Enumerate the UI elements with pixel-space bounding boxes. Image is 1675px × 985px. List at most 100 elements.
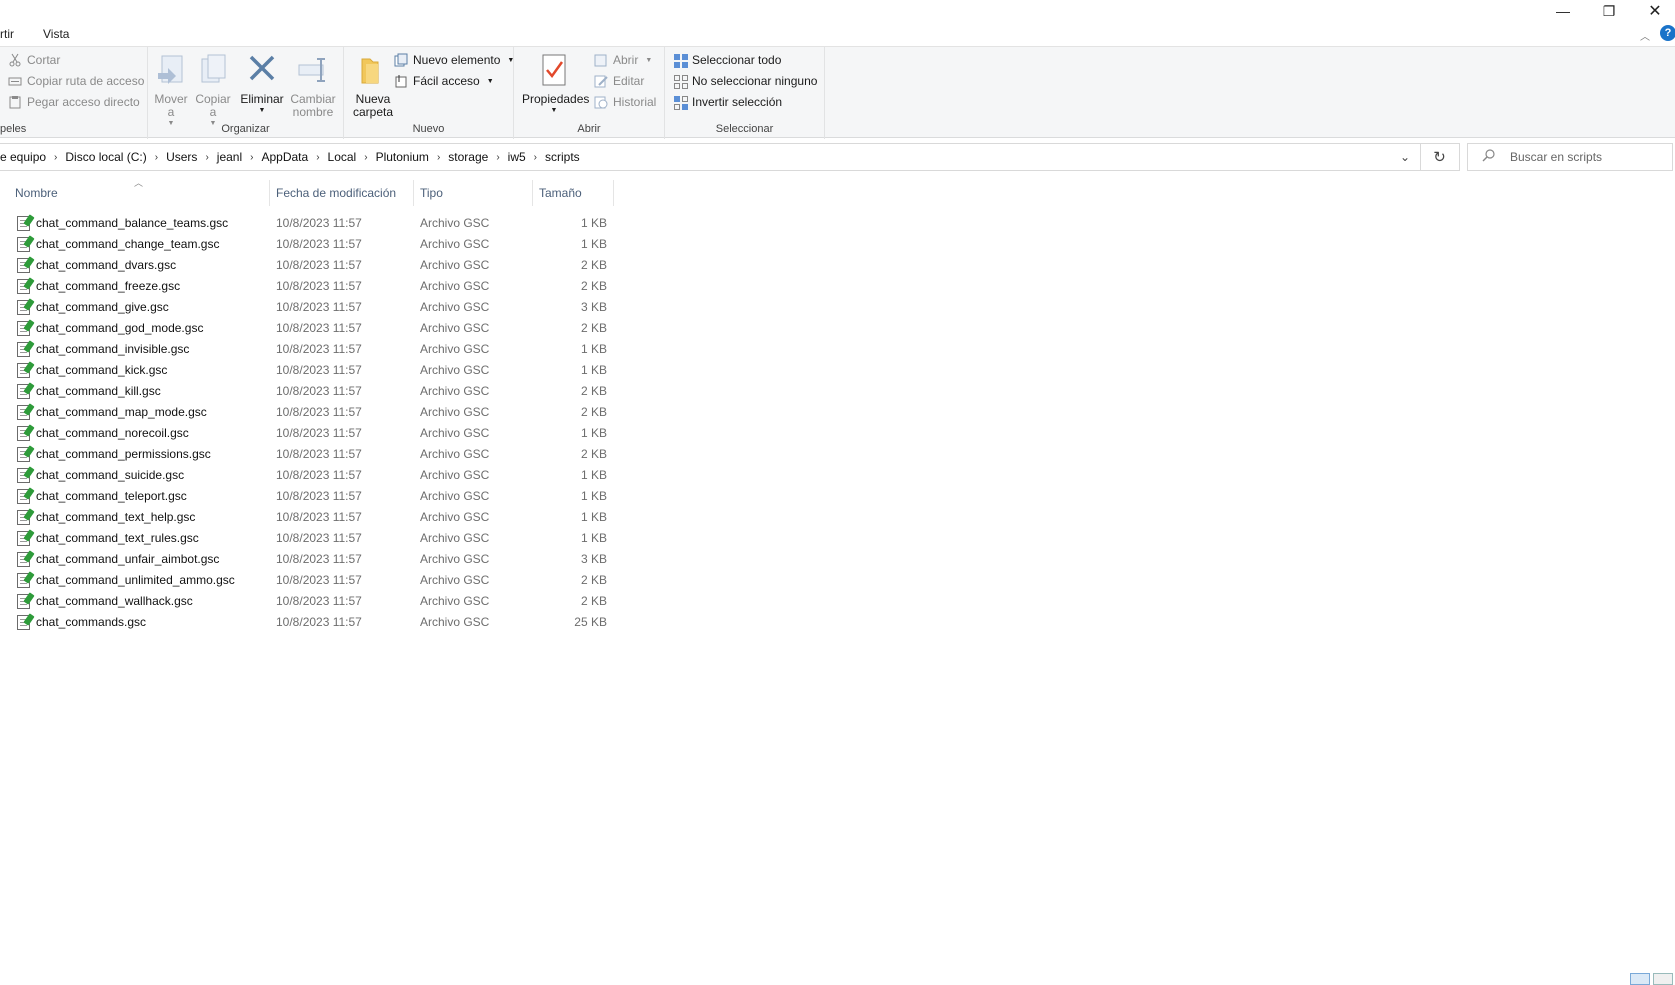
file-row[interactable]: chat_command_dvars.gsc 10/8/2023 11:57 Arc… — [0, 255, 616, 276]
file-row[interactable]: chat_command_permissions.gsc 10/8/2023 11… — [0, 444, 616, 465]
file-size: 1 KB — [580, 510, 607, 524]
breadcrumb-item[interactable]: storage — [442, 150, 494, 164]
delete-button[interactable]: Eliminar ▼ — [240, 53, 284, 115]
breadcrumb-separator-icon[interactable]: › — [153, 152, 160, 163]
file-row[interactable]: chat_command_teleport.gsc 10/8/2023 11:57… — [0, 486, 616, 507]
file-row[interactable]: chat_command_kick.gsc 10/8/2023 11:57 Arch… — [0, 360, 616, 381]
folder-icon — [356, 53, 390, 87]
breadcrumb-separator-icon[interactable]: › — [52, 152, 59, 163]
minimize-button[interactable]: — — [1540, 0, 1586, 22]
column-divider[interactable] — [613, 180, 614, 206]
paste-shortcut-button[interactable]: Pegar acceso directo — [8, 95, 140, 109]
maximize-button[interactable]: ❐ — [1586, 0, 1632, 22]
breadcrumb-item[interactable]: AppData — [255, 150, 314, 164]
column-divider[interactable] — [532, 180, 533, 206]
refresh-button[interactable]: ↻ — [1420, 144, 1458, 170]
file-row[interactable]: chat_commands.gsc 10/8/2023 11:57 Archivo … — [0, 612, 616, 633]
file-row[interactable]: chat_command_invisible.gsc 10/8/2023 11:5… — [0, 339, 616, 360]
column-header-type[interactable]: Tipo — [420, 186, 443, 200]
file-row[interactable]: chat_command_norecoil.gsc 10/8/2023 11:57… — [0, 423, 616, 444]
file-row[interactable]: chat_command_map_mode.gsc 10/8/2023 11:57… — [0, 402, 616, 423]
rename-label-1: Cambiar — [290, 92, 336, 106]
rename-button[interactable]: Cambiar nombre — [288, 53, 338, 119]
easy-access-button[interactable]: Fácil acceso ▼ — [394, 74, 494, 88]
details-view-button[interactable] — [1630, 973, 1650, 985]
breadcrumb-item[interactable]: Users — [160, 150, 203, 164]
properties-label: Propiedades — [522, 92, 590, 106]
search-input[interactable] — [1504, 150, 1664, 164]
new-item-icon — [394, 53, 408, 67]
file-row[interactable]: chat_command_change_team.gsc 10/8/2023 11… — [0, 234, 616, 255]
tab-view[interactable]: Vista — [43, 27, 69, 41]
file-name: chat_command_god_mode.gsc — [36, 321, 204, 335]
file-row[interactable]: chat_command_god_mode.gsc 10/8/2023 11:57… — [0, 318, 616, 339]
breadcrumb-separator-icon[interactable]: › — [362, 152, 369, 163]
invert-selection-button[interactable]: Invertir selección — [673, 95, 783, 110]
file-row[interactable]: chat_command_wallhack.gsc 10/8/2023 11:57… — [0, 591, 616, 612]
select-none-button[interactable]: No seleccionar ninguno — [673, 74, 818, 89]
address-history-dropdown[interactable]: ⌄ — [1395, 147, 1415, 167]
breadcrumb-item[interactable]: iw5 — [502, 150, 532, 164]
breadcrumb-item[interactable]: scripts — [539, 150, 586, 164]
properties-button[interactable]: Propiedades ▼ — [522, 53, 590, 115]
history-label: Historial — [613, 95, 657, 109]
file-row[interactable]: chat_command_freeze.gsc 10/8/2023 11:57 Ar… — [0, 276, 616, 297]
file-date: 10/8/2023 11:57 — [276, 384, 362, 398]
file-type: Archivo GSC — [420, 237, 490, 251]
file-row[interactable]: chat_command_balance_teams.gsc 10/8/2023 … — [0, 213, 616, 234]
file-row[interactable]: chat_command_give.gsc 10/8/2023 11:57 Arch… — [0, 297, 616, 318]
tab-share[interactable]: rtir — [0, 27, 14, 41]
file-date: 10/8/2023 11:57 — [276, 321, 362, 335]
file-rows: chat_command_balance_teams.gsc 10/8/2023 … — [0, 213, 616, 633]
gsc-file-icon — [17, 615, 30, 630]
move-to-button[interactable]: Mover a ▼ — [152, 53, 190, 128]
new-item-button[interactable]: Nuevo elemento ▼ — [394, 53, 514, 67]
close-button[interactable]: ✕ — [1632, 0, 1675, 22]
breadcrumb-item[interactable]: Local — [322, 150, 363, 164]
select-none-label: No seleccionar ninguno — [692, 74, 818, 88]
ribbon-collapse-icon[interactable]: ︿ — [1640, 28, 1650, 43]
breadcrumb-item[interactable]: Plutonium — [370, 150, 435, 164]
file-row[interactable]: chat_command_unfair_aimbot.gsc 10/8/2023 … — [0, 549, 616, 570]
file-row[interactable]: chat_command_text_help.gsc 10/8/2023 11:5… — [0, 507, 616, 528]
file-row[interactable]: chat_command_text_rules.gsc 10/8/2023 11:… — [0, 528, 616, 549]
open-button[interactable]: Abrir ▼ — [594, 53, 652, 67]
gsc-file-icon — [17, 216, 30, 231]
breadcrumb-separator-icon[interactable]: › — [248, 152, 255, 163]
file-type: Archivo GSC — [420, 300, 490, 314]
column-header-name[interactable]: Nombre — [15, 186, 58, 200]
file-type: Archivo GSC — [420, 615, 490, 629]
breadcrumb-separator-icon[interactable]: › — [203, 152, 210, 163]
breadcrumb-item[interactable]: jeanl — [211, 150, 248, 164]
file-row[interactable]: chat_command_unlimited_ammo.gsc 10/8/2023… — [0, 570, 616, 591]
edit-button[interactable]: Editar — [594, 74, 644, 88]
file-row[interactable]: chat_command_suicide.gsc 10/8/2023 11:57 A… — [0, 465, 616, 486]
breadcrumb-separator-icon[interactable]: › — [494, 152, 501, 163]
copy-path-button[interactable]: Copiar ruta de acceso — [8, 74, 144, 88]
search-box[interactable] — [1467, 143, 1673, 171]
column-divider[interactable] — [269, 180, 270, 206]
history-button[interactable]: Historial — [594, 95, 656, 109]
breadcrumb-item[interactable]: e equipo — [0, 150, 52, 164]
rename-label-2: nombre — [292, 105, 334, 119]
file-size: 3 KB — [580, 300, 607, 314]
large-icons-view-button[interactable] — [1653, 973, 1673, 985]
new-group-label: Nuevo — [412, 123, 445, 135]
column-divider[interactable] — [413, 180, 414, 206]
new-folder-button[interactable]: Nueva carpeta — [350, 53, 396, 119]
file-name: chat_command_give.gsc — [36, 300, 169, 314]
column-header-date[interactable]: Fecha de modificación — [276, 186, 396, 200]
help-icon[interactable]: ? — [1660, 25, 1675, 41]
address-bar[interactable]: e equipo › Disco local (C:) › Users › jeanl › Ap… — [0, 143, 1460, 171]
file-row[interactable]: chat_command_kill.gsc 10/8/2023 11:57 Arch… — [0, 381, 616, 402]
file-name: chat_command_text_rules.gsc — [36, 531, 199, 545]
breadcrumb-item[interactable]: Disco local (C:) — [59, 150, 152, 164]
cut-button[interactable]: Cortar — [8, 53, 60, 67]
breadcrumb-separator-icon[interactable]: › — [314, 152, 321, 163]
column-header-size[interactable]: Tamaño — [539, 186, 582, 200]
select-all-button[interactable]: Seleccionar todo — [673, 53, 781, 68]
copy-to-button[interactable]: Copiar a ▼ — [194, 53, 232, 128]
breadcrumb-separator-icon[interactable]: › — [532, 152, 539, 163]
invert-selection-label: Invertir selección — [692, 95, 783, 109]
breadcrumb-separator-icon[interactable]: › — [435, 152, 442, 163]
